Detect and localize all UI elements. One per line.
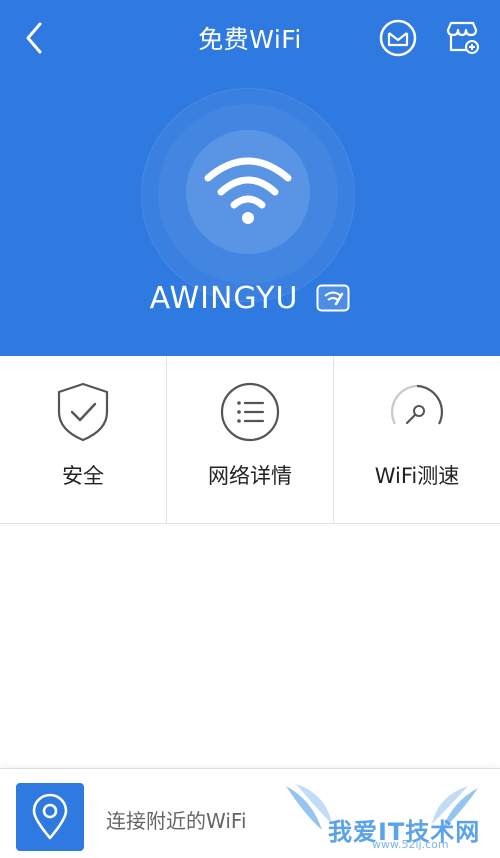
location-pin-icon [32,793,68,840]
tool-grid: 安全 网络详情 WiFi测速 [0,356,500,524]
shield-check-icon [57,382,109,442]
speed-gauge-icon [390,384,444,425]
tool-label-network-details: 网络详情 [208,464,292,488]
tool-security[interactable]: 安全 [0,356,166,523]
ssid-row: AWINGYU [0,276,500,320]
mail-button[interactable] [378,18,418,58]
store-button[interactable] [442,18,482,58]
tool-speed-test[interactable]: WiFi测速 [333,356,500,523]
list-icon [220,382,280,442]
location-button[interactable] [16,783,84,851]
hero-header: 免费WiFi AWINGYU [0,0,500,356]
network-name: AWINGYU [149,280,299,316]
watermark-url: www.52ij.com [372,838,449,851]
edit-badge-icon[interactable] [316,284,350,312]
page-title: 免费WiFi [198,25,302,54]
connect-nearby-label: 连接附近的WiFi [106,809,247,833]
store-add-icon [446,21,479,54]
tool-label-security: 安全 [62,464,104,488]
tool-network-details[interactable]: 网络详情 [166,356,333,523]
wifi-icon [204,157,292,224]
mail-icon [379,19,417,57]
tool-label-speed-test: WiFi测速 [374,464,460,488]
